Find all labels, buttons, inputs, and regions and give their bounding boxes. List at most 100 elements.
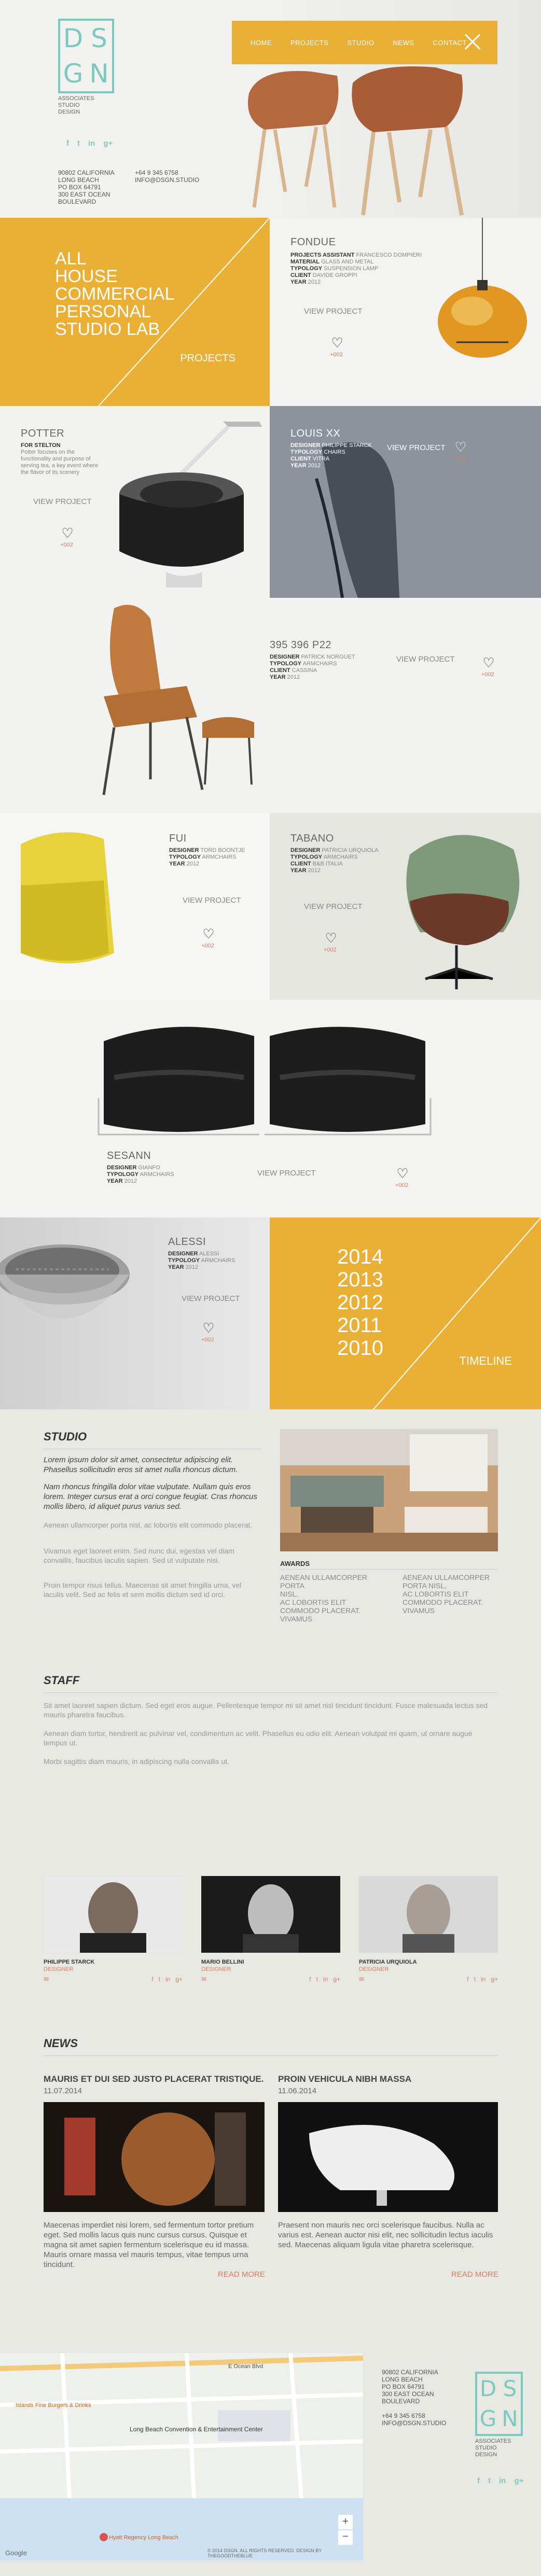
project-title: TABANO <box>290 833 334 844</box>
view-project-link[interactable]: VIEW PROJECT <box>183 896 241 905</box>
address-line: PO BOX 64791 <box>58 184 101 191</box>
intro-tile[interactable]: ALL HOUSE COMMERCIAL PERSONAL STUDIO LAB… <box>0 218 270 406</box>
meta-value: ARMCHAIRS <box>202 854 237 860</box>
heart-icon[interactable]: ♡ <box>60 526 75 540</box>
twitter-icon[interactable]: t <box>77 139 80 148</box>
project-louis-xx[interactable]: LOUIS XX DESIGNER PHILIPPE STARCK TYPOLO… <box>270 406 541 598</box>
email-icon[interactable]: ✉ <box>201 1976 206 1983</box>
email-icon[interactable]: ✉ <box>44 1976 49 1983</box>
project-fondue[interactable]: FONDUE PROJECTS ASSISTANT FRANCESCO DOMP… <box>270 218 541 406</box>
linkedin-icon[interactable]: in <box>88 139 95 148</box>
news-text: Maecenas imperdiet nisi lorem, sed ferme… <box>44 2221 254 2269</box>
email-link[interactable]: INFO@DSGN.STUDIO <box>135 176 199 184</box>
like-count: +002 <box>395 1182 408 1188</box>
meta-value: ARMCHAIRS <box>302 661 337 667</box>
staff-photo[interactable] <box>359 1876 498 1953</box>
twitter-icon[interactable]: t <box>474 1976 476 1983</box>
news-section: MAURIS ET DUI SED JUSTO PLACERAT TRISTIQ… <box>0 2073 541 2353</box>
meta-value: CHAIRS <box>324 449 345 455</box>
linkedin-icon[interactable]: in <box>499 2476 506 2485</box>
staff-socials: ✉ f t in g+ <box>44 1976 183 1983</box>
nav-news[interactable]: NEWS <box>393 39 414 47</box>
zoom-out-icon[interactable]: − <box>338 2530 353 2545</box>
close-icon[interactable] <box>462 31 483 52</box>
location-map[interactable]: Long Beach Convention & Entertainment Ce… <box>0 2353 363 2560</box>
project-title: ALESSI <box>168 1236 206 1248</box>
news-image[interactable] <box>278 2102 498 2212</box>
meta-key: DESIGNER <box>168 1251 198 1257</box>
address-block: 90802 CALIFORNIA LONG BEACH PO BOX 64791… <box>382 2369 446 2427</box>
meta-key: TYPOLOGY <box>290 449 323 455</box>
address-block: 90802 CALIFORNIA LONG BEACH PO BOX 64791… <box>58 169 115 205</box>
heart-icon[interactable]: ♡ <box>395 1167 410 1180</box>
project-title: 395 396 P22 <box>270 639 331 651</box>
googleplus-icon[interactable]: g+ <box>491 1976 498 1983</box>
intro-headline: ALL HOUSE COMMERCIAL PERSONAL STUDIO LAB <box>55 250 174 338</box>
googleplus-icon[interactable]: g+ <box>103 139 113 148</box>
linkedin-icon[interactable]: in <box>165 1976 170 1983</box>
nav-studio[interactable]: STUDIO <box>347 39 374 47</box>
facebook-icon[interactable]: f <box>151 1976 153 1983</box>
staff-photo[interactable] <box>44 1876 183 1953</box>
award-item: AENEAN ULLAMCORPER <box>403 1573 490 1581</box>
heart-icon[interactable]: ♡ <box>324 931 338 945</box>
read-more-link[interactable]: READ MORE <box>218 2270 265 2279</box>
heart-icon[interactable]: ♡ <box>201 927 216 941</box>
view-project-link[interactable]: VIEW PROJECT <box>304 902 363 911</box>
timeline-year[interactable]: 2011 <box>337 1314 383 1337</box>
heart-icon[interactable]: ♡ <box>481 656 496 669</box>
googleplus-icon[interactable]: g+ <box>514 2476 523 2485</box>
project-potter[interactable]: POTTER FOR STELTON Potter focuses on the… <box>0 406 270 598</box>
timeline-year[interactable]: 2010 <box>337 1337 383 1360</box>
facebook-icon[interactable]: f <box>467 1976 468 1983</box>
timeline-year[interactable]: 2014 <box>337 1245 383 1268</box>
news-title[interactable]: MAURIS ET DUI SED JUSTO PLACERAT TRISTIQ… <box>44 2074 263 2084</box>
view-project-link[interactable]: VIEW PROJECT <box>257 1169 316 1178</box>
twitter-icon[interactable]: t <box>488 2476 491 2485</box>
view-project-link[interactable]: VIEW PROJECT <box>396 655 455 664</box>
view-project-link[interactable]: VIEW PROJECT <box>33 497 92 506</box>
read-more-link[interactable]: READ MORE <box>451 2270 498 2279</box>
linkedin-icon[interactable]: in <box>481 1976 485 1983</box>
googleplus-icon[interactable]: g+ <box>175 1976 183 1983</box>
project-tabano[interactable]: TABANO DESIGNER PATRICIA URQUIOLA TYPOLO… <box>270 813 541 1000</box>
view-project-link[interactable]: VIEW PROJECT <box>387 443 446 452</box>
project-395-396-p22[interactable]: 395 396 P22 DESIGNER PATRICK NORGUET TYP… <box>0 598 541 813</box>
dsgn-logo[interactable]: D S G N <box>475 2372 523 2436</box>
twitter-icon[interactable]: t <box>159 1976 160 1983</box>
project-alessi[interactable]: ALESSI DESIGNER ALESSI TYPOLOGY ARMCHAIR… <box>0 1217 270 1409</box>
timeline-label[interactable]: TIMELINE <box>460 1354 512 1368</box>
zoom-in-icon[interactable]: + <box>338 2515 353 2529</box>
heart-icon[interactable]: ♡ <box>330 336 344 349</box>
project-title: LOUIS XX <box>290 428 341 439</box>
email-icon[interactable]: ✉ <box>359 1976 364 1983</box>
timeline-year[interactable]: 2013 <box>337 1268 383 1291</box>
meta-value: B&B ITALIA <box>312 861 343 867</box>
view-project-link[interactable]: VIEW PROJECT <box>182 1294 240 1303</box>
heart-icon[interactable]: ♡ <box>453 440 468 454</box>
facebook-icon[interactable]: f <box>477 2476 480 2485</box>
email-link[interactable]: INFO@DSGN.STUDIO <box>382 2419 446 2427</box>
facebook-icon[interactable]: f <box>66 139 69 148</box>
news-title[interactable]: PROIN VEHICULA NIBH MASSA <box>278 2074 411 2084</box>
logo-letter: G <box>479 2406 497 2431</box>
projects-label[interactable]: PROJECTS <box>180 353 235 365</box>
timeline-tile[interactable]: 2014 2013 2012 2011 2010 TIMELINE <box>270 1217 541 1409</box>
award-item: AENEAN ULLAMCORPER <box>280 1573 368 1581</box>
staff-name: PATRICIA URQUIOLA <box>359 1959 417 1965</box>
facebook-icon[interactable]: f <box>309 1976 311 1983</box>
linkedin-icon[interactable]: in <box>323 1976 328 1983</box>
dsgn-logo[interactable]: D S G N <box>58 19 114 93</box>
news-image[interactable] <box>44 2102 265 2212</box>
sesann-sofa-image <box>98 1027 432 1136</box>
view-project-link[interactable]: VIEW PROJECT <box>304 307 363 316</box>
staff-photo[interactable] <box>201 1876 340 1953</box>
project-fui[interactable]: FUI DESIGNER TORD BOONTJE TYPOLOGY ARMCH… <box>0 813 270 1000</box>
nav-home[interactable]: HOME <box>251 39 272 47</box>
timeline-year[interactable]: 2012 <box>337 1291 383 1314</box>
googleplus-icon[interactable]: g+ <box>333 1976 340 1983</box>
heart-icon[interactable]: ♡ <box>201 1321 216 1335</box>
twitter-icon[interactable]: t <box>316 1976 318 1983</box>
nav-projects[interactable]: PROJECTS <box>290 39 328 47</box>
project-sesann[interactable]: SESANN DESIGNER GIANFO TYPOLOGY ARMCHAIR… <box>0 1000 541 1217</box>
